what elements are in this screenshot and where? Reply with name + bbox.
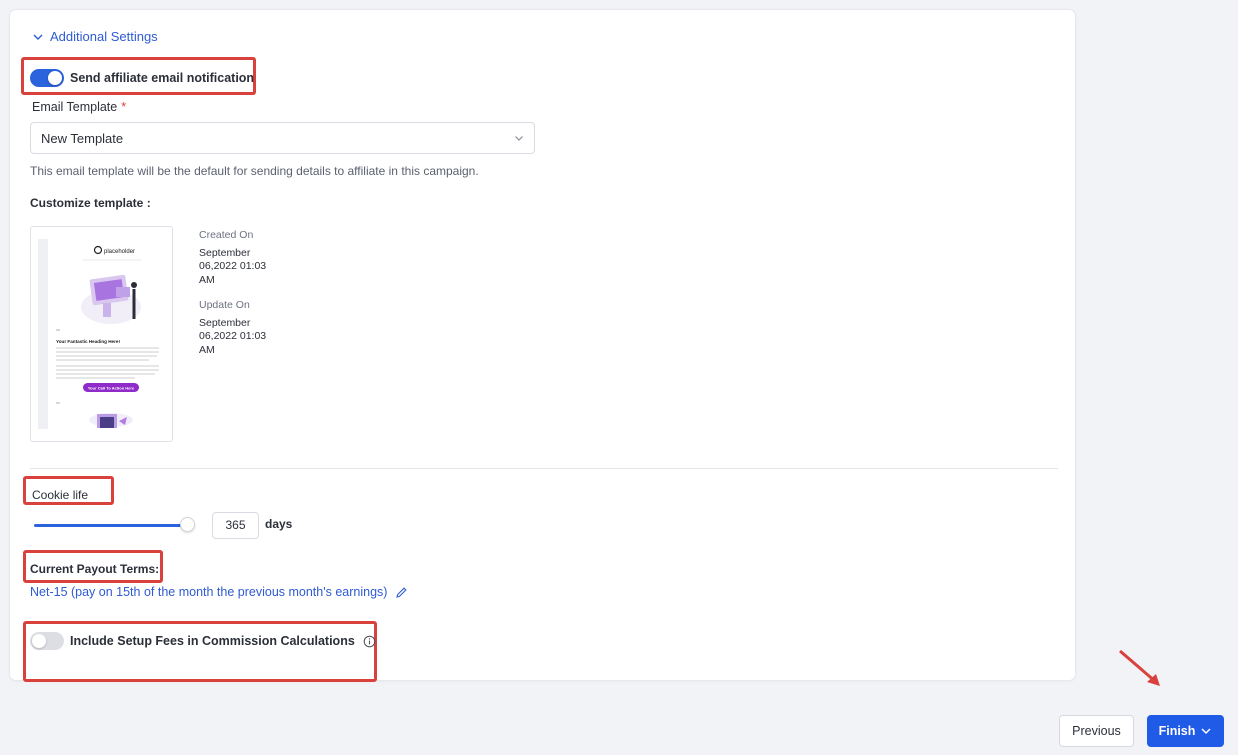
created-on-value-2: 06,2022 01:03 — [199, 260, 267, 272]
updated-on-label: Update On — [199, 299, 250, 311]
email-template-value: New Template — [41, 130, 124, 146]
previous-button-label: Previous — [1072, 724, 1121, 738]
email-template-label: Email Template * — [32, 100, 126, 114]
template-preview-image: placeholder Your Fantastic Heading Here!… — [38, 239, 159, 429]
arrow-icon — [1119, 649, 1160, 686]
affiliate-email-label: Send affiliate email notification — [70, 71, 255, 85]
info-icon[interactable] — [363, 635, 376, 648]
chevron-down-icon — [1201, 728, 1211, 735]
settings-card: Additional Settings Send affiliate email… — [10, 10, 1075, 682]
updated-on-value-1: September — [199, 316, 251, 329]
highlight-setup-fees — [23, 621, 377, 682]
created-on-label: Created On — [199, 229, 254, 241]
cookie-days-input[interactable]: 365 — [212, 512, 259, 539]
cookie-slider-track[interactable] — [34, 524, 189, 527]
payout-terms-value: Net-15 (pay on 15th of the month the pre… — [30, 585, 388, 599]
setup-fees-toggle[interactable] — [30, 632, 64, 650]
preview-heading: Your Fantastic Heading Here! — [56, 339, 120, 344]
chevron-down-icon — [33, 34, 43, 40]
cookie-days-unit: days — [265, 517, 293, 531]
updated-on-value-3: AM — [199, 343, 215, 356]
preview-cta: Your Call To Action Here — [88, 386, 135, 391]
preview-logo-text: placeholder — [104, 249, 135, 255]
affiliate-email-row: Send affiliate email notification — [30, 69, 254, 87]
previous-button[interactable]: Previous — [1059, 715, 1134, 747]
cookie-life-label: Cookie life — [32, 488, 89, 502]
email-template-label-text: Email Template — [32, 100, 118, 114]
section-divider — [30, 468, 1058, 469]
finish-button-label: Finish — [1158, 724, 1196, 738]
updated-on-value-2: 06,2022 01:03 — [199, 330, 267, 342]
setup-fees-label: Include Setup Fees in Commission Calcula… — [70, 634, 355, 648]
template-preview[interactable]: placeholder Your Fantastic Heading Here!… — [30, 226, 173, 442]
email-template-select[interactable]: New Template — [30, 122, 535, 154]
additional-settings-toggle[interactable]: Additional Settings — [32, 29, 158, 44]
payout-terms-title: Current Payout Terms: — [30, 562, 160, 576]
finish-button[interactable]: Finish — [1147, 715, 1224, 747]
created-on: Created On September 06,2022 01:03 AM — [199, 229, 266, 287]
created-on-value-1: September — [199, 246, 251, 259]
section-title: Additional Settings — [50, 29, 158, 44]
toggle-knob — [48, 71, 62, 85]
setup-fees-row: Include Setup Fees in Commission Calcula… — [30, 632, 376, 650]
cookie-slider-thumb[interactable] — [180, 517, 195, 532]
payout-terms-link[interactable]: Net-15 (pay on 15th of the month the pre… — [30, 585, 408, 599]
customize-template-title: Customize template : — [30, 196, 151, 210]
updated-on: Update On September 06,2022 01:03 AM — [199, 299, 266, 357]
created-on-value-3: AM — [199, 273, 215, 286]
chevron-down-icon — [515, 136, 523, 141]
email-template-help: This email template will be the default … — [30, 164, 479, 178]
toggle-knob — [32, 634, 46, 648]
required-mark: * — [121, 100, 127, 114]
pencil-icon[interactable] — [395, 586, 408, 599]
affiliate-email-toggle[interactable] — [30, 69, 64, 87]
